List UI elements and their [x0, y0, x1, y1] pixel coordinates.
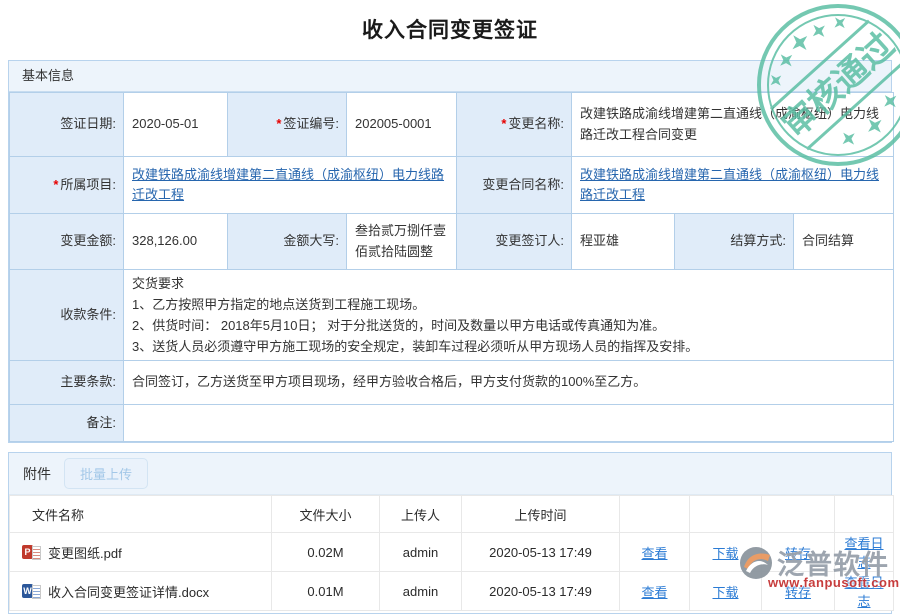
column-header-uploader: 上传人 [380, 496, 462, 533]
field-value-settlement: 合同结算 [794, 214, 894, 270]
field-value-sign-no: 202005-0001 [347, 93, 457, 157]
file-size: 0.01M [272, 572, 380, 611]
project-link[interactable]: 改建铁路成渝线增建第二直通线（成渝枢纽）电力线路迁改工程 [132, 167, 444, 202]
action-link-view[interactable]: 查看 [641, 585, 667, 600]
basic-info-section: 基本信息 签证日期: 2020-05-01 *签证编号: 202005-0001… [8, 60, 892, 443]
field-label-remark: 备注: [10, 405, 124, 442]
required-mark: * [53, 177, 58, 192]
field-label-sign-date: 签证日期: [10, 93, 124, 157]
field-label-sign-no: *签证编号: [228, 93, 347, 157]
attachments-header: 附件 批量上传 [9, 453, 891, 495]
payment-terms-line: 2、供货时间： 2018年5月10日； 对于分批送货的，时间及数量以甲方电话或传… [132, 315, 885, 336]
required-mark: * [501, 116, 506, 131]
basic-info-header: 基本信息 [9, 61, 891, 92]
page-title: 收入合同变更签证 [0, 14, 900, 44]
batch-upload-button[interactable]: 批量上传 [64, 458, 148, 489]
field-label-amount: 变更金额: [10, 214, 124, 270]
action-link-transfer[interactable]: 转存 [785, 585, 811, 600]
field-value-project: 改建铁路成渝线增建第二直通线（成渝枢纽）电力线路迁改工程 [124, 157, 457, 214]
file-name-cell: P 变更图纸.pdf [10, 533, 272, 572]
column-header-action [690, 496, 762, 533]
action-link-view-log[interactable]: 查看日志 [844, 536, 883, 570]
file-upload-time: 2020-05-13 17:49 [462, 572, 620, 611]
pdf-file-icon: P [22, 545, 41, 560]
column-header-action [762, 496, 835, 533]
field-value-remark [124, 405, 894, 442]
payment-terms-line: 交货要求 [132, 273, 885, 294]
field-value-amount-caps: 叁拾贰万捌仟壹佰贰拾陆圆整 [347, 214, 457, 270]
action-link-view[interactable]: 查看 [641, 546, 667, 561]
field-label-main-clause: 主要条款: [10, 361, 124, 405]
action-link-download[interactable]: 下载 [712, 546, 738, 561]
required-mark: * [276, 116, 281, 131]
basic-info-table: 签证日期: 2020-05-01 *签证编号: 202005-0001 *变更名… [9, 92, 894, 442]
action-link-download[interactable]: 下载 [712, 585, 738, 600]
file-upload-time: 2020-05-13 17:49 [462, 533, 620, 572]
field-label-change-contract: 变更合同名称: [457, 157, 572, 214]
change-contract-link[interactable]: 改建铁路成渝线增建第二直通线（成渝枢纽）电力线路迁改工程 [580, 167, 879, 202]
action-link-transfer[interactable]: 转存 [785, 546, 811, 561]
column-header-upload-time: 上传时间 [462, 496, 620, 533]
payment-terms-line: 3、送货人员必须遵守甲方施工现场的安全规定，装卸车过程必须听从甲方现场人员的指挥… [132, 336, 885, 357]
file-name-cell: W 收入合同变更签证详情.docx [10, 572, 272, 611]
file-name: 变更图纸.pdf [48, 543, 122, 562]
word-file-icon: W [22, 584, 41, 599]
column-header-action [835, 496, 894, 533]
field-label-signer: 变更签订人: [457, 214, 572, 270]
field-value-payment-terms: 交货要求 1、乙方按照甲方指定的地点送货到工程施工现场。 2、供货时间： 201… [124, 270, 894, 361]
column-header-action [620, 496, 690, 533]
field-value-change-contract: 改建铁路成渝线增建第二直通线（成渝枢纽）电力线路迁改工程 [572, 157, 894, 214]
field-value-change-name: 改建铁路成渝线增建第二直通线（成渝枢纽）电力线路迁改工程合同变更 [572, 93, 894, 157]
field-value-signer: 程亚雄 [572, 214, 675, 270]
column-header-file-size: 文件大小 [272, 496, 380, 533]
field-label-project: *所属项目: [10, 157, 124, 214]
field-value-sign-date: 2020-05-01 [124, 93, 228, 157]
field-label-settlement: 结算方式: [675, 214, 794, 270]
action-link-view-log[interactable]: 查看日志 [844, 575, 883, 609]
file-uploader: admin [380, 533, 462, 572]
attachments-table: 文件名称 文件大小 上传人 上传时间 P 变更图纸.pdf 0.02M admi… [9, 495, 894, 611]
field-value-amount: 328,126.00 [124, 214, 228, 270]
field-label-change-name: *变更名称: [457, 93, 572, 157]
payment-terms-line: 1、乙方按照甲方指定的地点送货到工程施工现场。 [132, 294, 885, 315]
attachment-row: P 变更图纸.pdf 0.02M admin 2020-05-13 17:49 … [10, 533, 894, 572]
file-uploader: admin [380, 572, 462, 611]
file-size: 0.02M [272, 533, 380, 572]
file-name: 收入合同变更签证详情.docx [48, 582, 209, 601]
field-value-main-clause: 合同签订，乙方送货至甲方项目现场，经甲方验收合格后，甲方支付货款的100%至乙方… [124, 361, 894, 405]
field-label-payment-terms: 收款条件: [10, 270, 124, 361]
attachments-header-row: 文件名称 文件大小 上传人 上传时间 [10, 496, 894, 533]
attachments-section: 附件 批量上传 文件名称 文件大小 上传人 上传时间 P 变更图纸.pdf 0. [8, 452, 892, 614]
column-header-file-name: 文件名称 [10, 496, 272, 533]
attachments-title: 附件 [23, 464, 51, 484]
field-label-amount-caps: 金额大写: [228, 214, 347, 270]
attachment-row: W 收入合同变更签证详情.docx 0.01M admin 2020-05-13… [10, 572, 894, 611]
